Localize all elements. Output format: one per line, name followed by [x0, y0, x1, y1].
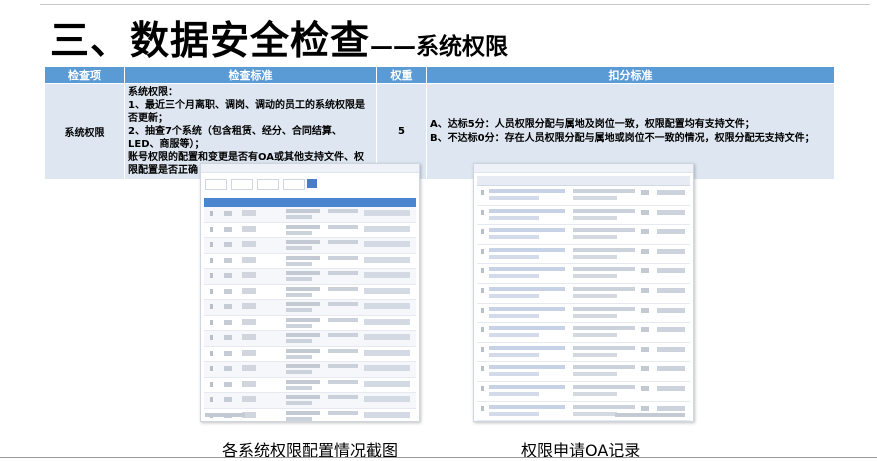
screenshot-row: [204, 285, 416, 300]
header-weight: 权重: [376, 66, 427, 84]
table-row: 系统权限 系统权限： 1、最近三个月离职、调岗、调动的员工的系统权限是否更新； …: [44, 83, 835, 180]
screenshot-row: [204, 223, 416, 238]
screenshot-row: [204, 362, 416, 378]
page-title-main: 三、数据安全检查: [50, 19, 371, 64]
page-title: 三、数据安全检查——系统权限: [50, 10, 508, 66]
standard-line: 系统权限：: [128, 87, 178, 98]
screenshot-row: [204, 316, 416, 331]
screenshot-row: [477, 264, 690, 284]
screenshot-row: [477, 382, 690, 402]
screenshot-row: [477, 245, 690, 265]
screenshot-row: [204, 347, 416, 362]
score-line: A、达标5分：人员权限分配与属地及岗位一致，权限配置均有支持文件；: [430, 118, 755, 130]
standard-line: 1、最近三个月离职、调岗、调动的员工的系统权限是否更新；: [128, 100, 365, 124]
search-button: [307, 179, 317, 188]
screenshot-header-bar: [201, 164, 419, 173]
page-title-sub: ——系统权限: [370, 34, 509, 60]
screenshot-row: [477, 402, 690, 421]
score-line: B、不达标0分：存在人员权限分配与属地或岗位不一致的情况，权限分配无支持文件；: [430, 132, 815, 144]
screenshot-row: [204, 393, 416, 409]
filter-box: [205, 179, 227, 190]
header-check-standard: 检查标准: [124, 66, 377, 84]
top-divider: [40, 4, 870, 5]
screenshot-header-bar: [474, 164, 693, 173]
screenshot-row: [477, 284, 690, 304]
table-header-row: 检查项 检查标准 权重 扣分标准: [44, 66, 835, 84]
header-check-item: 检查项: [44, 66, 125, 84]
screenshot-row: [204, 207, 416, 223]
screenshot-row: [477, 362, 690, 382]
oa-request-screenshot: [473, 163, 694, 422]
screenshot-row: [204, 269, 416, 285]
screenshot-table-header: [204, 198, 416, 207]
screenshot-row: [204, 254, 416, 269]
screenshot-footer: [205, 413, 245, 417]
screenshot-footer: [615, 413, 685, 417]
filter-box: [257, 179, 279, 190]
screenshot-row: [477, 225, 690, 245]
header-deduction-standard: 扣分标准: [426, 66, 835, 84]
inspection-standard-table: 检查项 检查标准 权重 扣分标准 系统权限 系统权限： 1、最近三个月离职、调岗…: [44, 66, 835, 180]
permission-config-screenshot: [200, 163, 420, 422]
cell-check-item: 系统权限: [44, 83, 125, 180]
screenshot-row: [477, 304, 690, 324]
screenshot-row: [477, 323, 690, 343]
screenshot-row: [204, 300, 416, 316]
screenshot-row: [477, 343, 690, 363]
screenshot-table-header: [477, 176, 690, 186]
filter-box: [231, 179, 253, 190]
screenshot-row: [477, 206, 690, 226]
screenshot-row: [204, 331, 416, 347]
bottom-divider: [0, 457, 877, 458]
filter-box: [283, 179, 305, 190]
screenshot-row: [204, 378, 416, 393]
screenshot-table: [204, 198, 416, 421]
screenshot-row: [477, 186, 690, 206]
screenshot-table: [477, 176, 690, 421]
screenshot-row: [204, 238, 416, 254]
screenshot-filter-bar: [201, 173, 419, 195]
standard-line: 2、抽查7个系统（包含租赁、经分、合同结算、LED、商服等）；: [128, 126, 342, 150]
